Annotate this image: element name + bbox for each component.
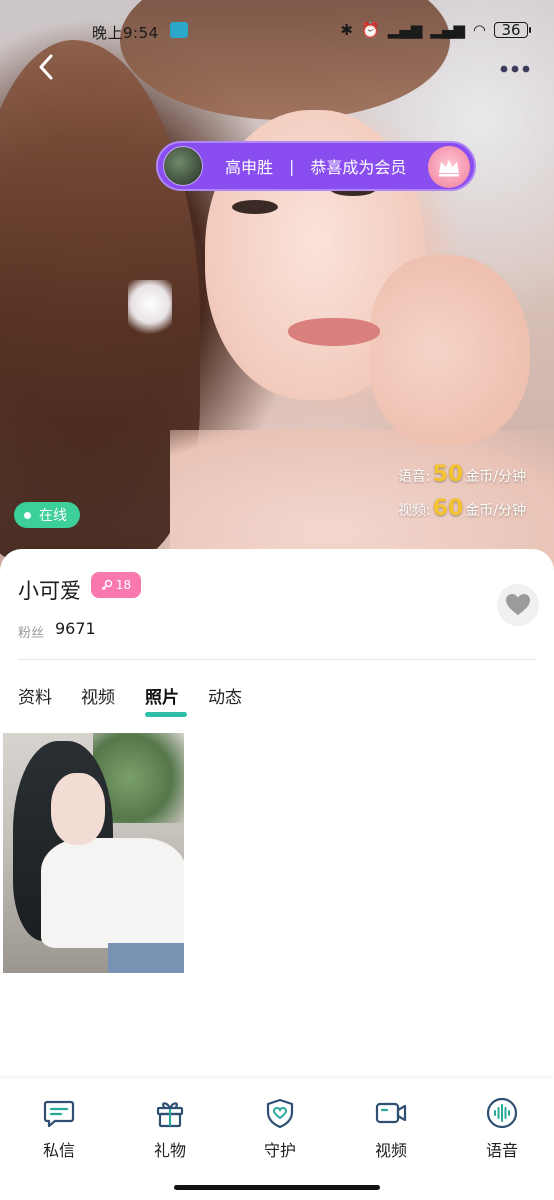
crown-icon [439, 160, 459, 177]
profile-tabs: 资料 视频 照片 动态 [0, 683, 554, 723]
female-icon [101, 579, 113, 590]
hd-signal-icon: ▂▄▆ [387, 21, 423, 39]
tab-moments[interactable]: 动态 [208, 683, 242, 708]
photo-jeans [108, 943, 184, 973]
tab-indicator [145, 712, 187, 717]
wifi-icon: ◠ [472, 21, 486, 39]
notice-text: 恭喜成为会员 [310, 158, 407, 177]
voice-price-unit: 金币/分钟 [465, 469, 526, 485]
message-icon [43, 1100, 75, 1128]
online-status-text: 在线 [39, 508, 67, 524]
level-value: 18 [115, 578, 132, 592]
photo-face [51, 773, 105, 845]
member-notice[interactable]: 高申胜 | 恭喜成为会员 [156, 141, 476, 191]
favorite-button[interactable] [497, 584, 539, 626]
notice-separator: | [289, 156, 295, 176]
status-icons: ✱ ⏰ ▂▄▆ ▂▄▆ ◠ 36 [340, 21, 531, 39]
action-guard-label: 守护 [263, 1141, 296, 1160]
fans-label: 粉丝 [18, 626, 45, 641]
tab-photos[interactable]: 照片 [145, 683, 179, 708]
gift-icon [156, 1102, 184, 1128]
battery-icon: 36 [494, 21, 531, 39]
profile-card: 小可爱 18 粉丝 9671 资料 视频 照片 动态 [0, 549, 554, 1079]
level-badge: 18 [91, 572, 141, 598]
hero-earring [128, 280, 172, 340]
video-price: 视频: 60 金币/分钟 [398, 496, 526, 521]
hero-eye-left [232, 200, 278, 214]
more-button[interactable] [500, 56, 540, 78]
bluetooth-icon: ✱ [340, 21, 353, 39]
alarm-icon: ⏰ [361, 21, 380, 39]
video-price-label: 视频: [397, 503, 431, 519]
video-price-value: 60 [432, 496, 464, 521]
hero-photo: 晚上9:54 ✱ ⏰ ▂▄▆ ▂▄▆ ◠ 36 高申胜 | 恭喜成为会员 语音:… [0, 0, 554, 580]
photo-thumbnail[interactable] [3, 733, 184, 973]
chevron-left-icon [39, 54, 53, 80]
action-voice-call-label: 语音 [485, 1141, 518, 1160]
bottom-action-bar: 私信 礼物 守护 视频 语音 [0, 1079, 554, 1200]
status-bar: 晚上9:54 ✱ ⏰ ▂▄▆ ▂▄▆ ◠ 36 [0, 18, 554, 46]
signal-icon: ▂▄▆ [430, 21, 465, 39]
divider [18, 659, 536, 660]
action-voice-call[interactable]: 语音 [462, 1097, 542, 1161]
hero-hand [370, 255, 530, 445]
crown-badge [428, 146, 470, 188]
action-video-call-label: 视频 [374, 1141, 407, 1160]
tab-videos[interactable]: 视频 [81, 683, 115, 708]
more-dots-icon [500, 65, 530, 73]
online-status-badge: 在线 [14, 502, 80, 528]
voice-price-value: 50 [432, 462, 464, 487]
voice-wave-icon [486, 1097, 518, 1129]
action-gift[interactable]: 礼物 [130, 1097, 210, 1161]
battery-level: 36 [501, 21, 521, 39]
hero-lips [288, 318, 380, 346]
back-button[interactable] [32, 52, 62, 82]
action-gift-label: 礼物 [153, 1141, 186, 1160]
notice-user-name: 高申胜 [225, 158, 274, 177]
voice-price-label: 语音: [397, 469, 431, 485]
action-message-label: 私信 [42, 1141, 75, 1160]
fans-count: 9671 [55, 619, 96, 638]
photo-top [41, 838, 184, 948]
action-video-call[interactable]: 视频 [351, 1097, 431, 1161]
home-indicator[interactable] [174, 1185, 380, 1190]
voice-price: 语音: 50 金币/分钟 [398, 462, 526, 487]
video-camera-icon [375, 1102, 407, 1124]
sim-icon [170, 22, 188, 38]
heart-icon [506, 594, 530, 615]
status-time: 晚上9:54 [92, 24, 159, 42]
notice-avatar [163, 146, 203, 186]
online-dot-icon [24, 511, 31, 519]
action-message[interactable]: 私信 [19, 1097, 99, 1161]
video-price-unit: 金币/分钟 [465, 503, 526, 519]
profile-name: 小可爱 [18, 579, 81, 603]
shield-heart-icon [266, 1098, 294, 1129]
tab-info[interactable]: 资料 [18, 683, 52, 708]
action-guard[interactable]: 守护 [240, 1097, 320, 1161]
